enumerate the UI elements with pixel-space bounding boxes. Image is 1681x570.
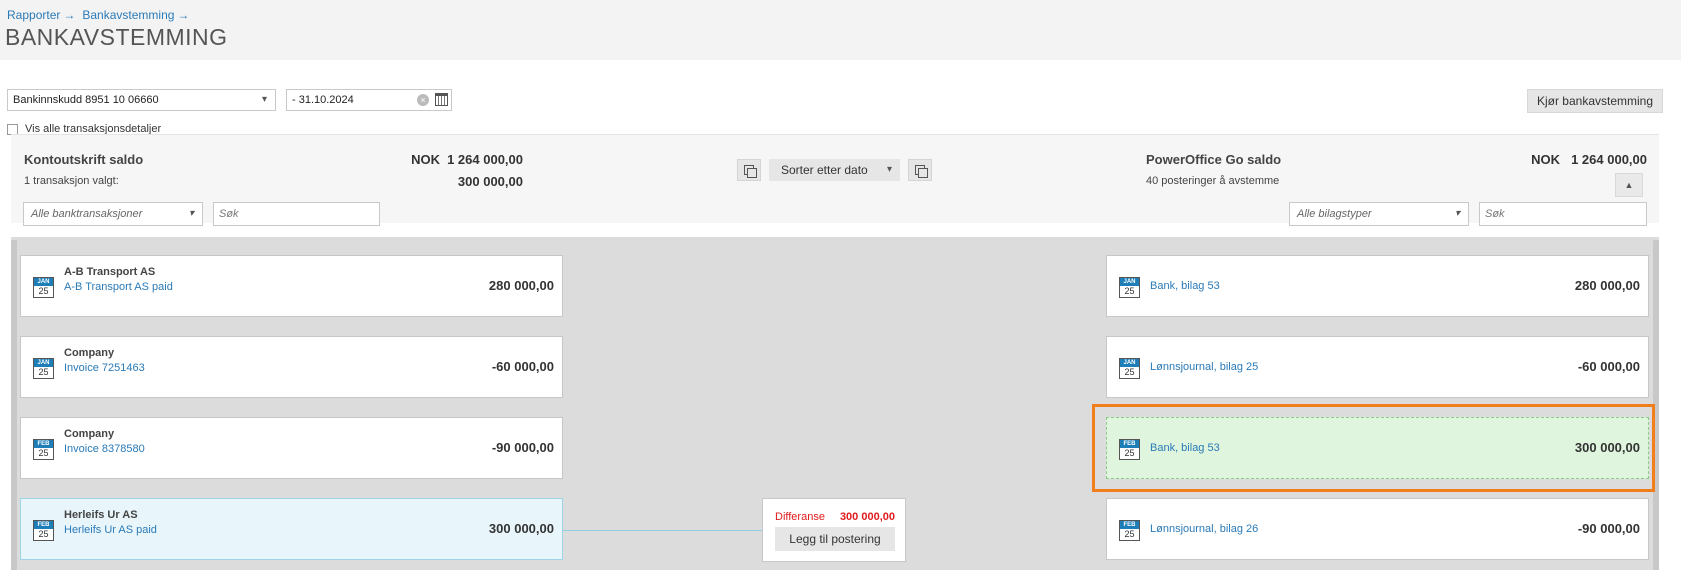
posting-link[interactable]: Bank, bilag 53 [1150, 280, 1220, 292]
bank-transaction-card[interactable]: JAN 25 Company Invoice 7251463 -60 000,00 [20, 336, 563, 398]
bank-transaction-card[interactable]: FEB 25 Company Invoice 8378580 -90 000,00 [20, 417, 563, 479]
chevron-down-icon: ▾ [261, 94, 267, 105]
transaction-link[interactable]: A-B Transport AS paid [64, 281, 173, 293]
account-select-value: Bankinnskudd 8951 10 06660 [13, 94, 159, 106]
postings-count-label: 40 posteringer å avstemme [1146, 175, 1280, 187]
copy-left-icon[interactable] [737, 159, 761, 181]
bank-balance-currency: NOK [411, 152, 440, 167]
selected-amount: 300 000,00 [457, 174, 523, 189]
transaction-amount: 280 000,00 [488, 278, 554, 293]
ledger-posting-card[interactable]: FEB 25 Lønnsjournal, bilag 26 -90 000,00 [1106, 498, 1649, 560]
arrow-right-icon: → [177, 8, 190, 22]
calendar-icon: FEB 25 [1119, 520, 1140, 541]
highlight-outline [1092, 404, 1655, 492]
ledger-posting-card[interactable]: JAN 25 Lønnsjournal, bilag 25 -60 000,00 [1106, 336, 1649, 398]
date-field[interactable]: - 31.10.2024 × [286, 89, 452, 111]
calendar-icon: FEB 25 [33, 520, 54, 541]
chevron-down-icon: ▾ [1454, 208, 1460, 219]
transaction-name: Company [64, 347, 115, 359]
calendar-icon: FEB 25 [33, 439, 54, 460]
calendar-icon: JAN 25 [1119, 358, 1140, 379]
bank-transaction-card-selected[interactable]: FEB 25 Herleifs Ur AS Herleifs Ur AS paid… [20, 498, 563, 560]
transaction-link[interactable]: Herleifs Ur AS paid [64, 524, 157, 536]
page-header: Rapporter → Bankavstemming → BANKAVSTEMMING [0, 0, 1681, 60]
chevron-down-icon: ▾ [188, 208, 194, 219]
ledger-balance-currency: NOK [1531, 152, 1560, 167]
account-select[interactable]: Bankinnskudd 8951 10 06660 ▾ [7, 89, 276, 111]
bank-search-input[interactable]: Søk [213, 202, 380, 226]
ledger-posting-card[interactable]: JAN 25 Bank, bilag 53 280 000,00 [1106, 255, 1649, 317]
breadcrumb: Rapporter → Bankavstemming → [7, 8, 196, 22]
copy-right-icon[interactable] [908, 159, 932, 181]
calendar-icon: JAN 25 [1119, 277, 1140, 298]
bank-balance-amount: 1 264 000,00 [447, 152, 523, 167]
breadcrumb-rapporter[interactable]: Rapporter [7, 8, 60, 22]
transaction-amount: 300 000,00 [488, 521, 554, 536]
voucher-type-filter[interactable]: Alle bilagstyper ▾ [1289, 202, 1469, 226]
left-scrollbar[interactable] [11, 240, 17, 570]
sort-select-value: Sorter etter dato [781, 163, 868, 177]
transaction-amount: -60 000,00 [491, 359, 554, 374]
ledger-balance-amount: 1 264 000,00 [1571, 152, 1647, 167]
calendar-icon: JAN 25 [33, 277, 54, 298]
voucher-type-filter-value: Alle bilagstyper [1297, 208, 1372, 220]
transaction-name: A-B Transport AS [64, 266, 156, 278]
transaction-link[interactable]: Invoice 8378580 [64, 443, 145, 455]
ledger-search-input[interactable]: Søk [1479, 202, 1647, 226]
bank-transaction-filter[interactable]: Alle banktransaksjoner ▾ [23, 202, 203, 226]
transaction-amount: -90 000,00 [491, 440, 554, 455]
posting-amount: -90 000,00 [1577, 521, 1640, 536]
transaction-name: Company [64, 428, 115, 440]
page-title: BANKAVSTEMMING [5, 24, 228, 50]
arrow-right-icon: → [63, 8, 76, 22]
ledger-balance-title: PowerOffice Go saldo [1146, 152, 1282, 167]
breadcrumb-bankavstemming[interactable]: Bankavstemming [82, 8, 174, 22]
bank-transaction-filter-value: Alle banktransaksjoner [31, 208, 143, 220]
calendar-icon[interactable] [435, 93, 448, 106]
sort-select[interactable]: Sorter etter dato ▾ [769, 159, 900, 181]
posting-link[interactable]: Lønnsjournal, bilag 25 [1150, 361, 1258, 373]
selected-count-label: 1 transaksjon valgt: [24, 175, 119, 187]
collapse-icon[interactable]: ▲ [1615, 173, 1643, 197]
posting-amount: -60 000,00 [1577, 359, 1640, 374]
difference-panel: Differanse 300 000,00 Legg til postering [762, 498, 906, 562]
run-reconciliation-button[interactable]: Kjør bankavstemming [1527, 89, 1663, 113]
bank-balance-title: Kontoutskrift saldo [24, 152, 144, 167]
clear-icon[interactable]: × [417, 94, 429, 106]
chevron-down-icon: ▾ [886, 164, 892, 175]
posting-link[interactable]: Lønnsjournal, bilag 26 [1150, 523, 1258, 535]
calendar-icon: JAN 25 [33, 358, 54, 379]
add-posting-button[interactable]: Legg til postering [775, 527, 895, 551]
posting-amount: 280 000,00 [1574, 278, 1640, 293]
difference-label: Differanse [775, 511, 825, 523]
transaction-link[interactable]: Invoice 7251463 [64, 362, 145, 374]
match-connector-line [563, 530, 763, 531]
transaction-name: Herleifs Ur AS [64, 509, 138, 521]
date-field-value: - 31.10.2024 [292, 94, 354, 106]
bank-transaction-card[interactable]: JAN 25 A-B Transport AS A-B Transport AS … [20, 255, 563, 317]
difference-amount: 300 000,00 [839, 511, 895, 523]
